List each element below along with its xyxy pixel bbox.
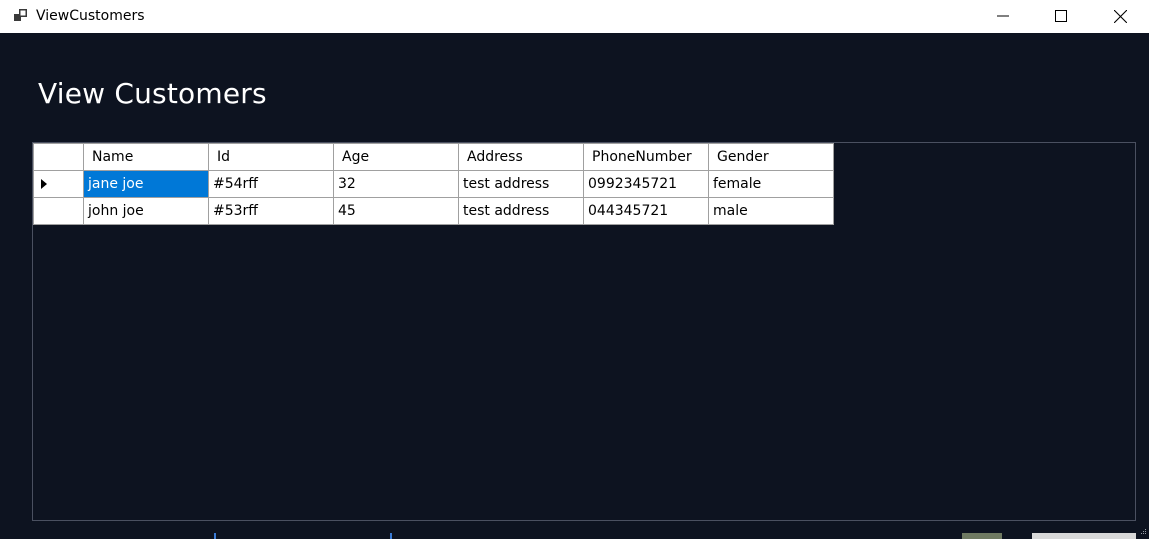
column-header-age[interactable]: Age xyxy=(333,143,459,171)
current-row-arrow-icon xyxy=(41,179,47,189)
customers-data-grid[interactable]: Name Id Age Address PhoneNumber Gender j… xyxy=(32,142,1136,521)
table-row[interactable]: jane joe #54rff 32 test address 09923457… xyxy=(33,170,834,198)
cell-phonenumber[interactable]: 044345721 xyxy=(583,197,709,225)
maximize-icon xyxy=(1055,10,1067,22)
close-icon xyxy=(1113,9,1127,23)
grid-corner-header[interactable] xyxy=(33,143,84,171)
row-header[interactable] xyxy=(33,170,84,198)
cell-gender[interactable]: female xyxy=(708,170,834,198)
cell-phonenumber[interactable]: 0992345721 xyxy=(583,170,709,198)
window-title: ViewCustomers xyxy=(36,8,145,24)
cell-name[interactable]: jane joe xyxy=(83,170,209,198)
taskbar-thumbnail xyxy=(1032,533,1136,539)
cell-address[interactable]: test address xyxy=(458,197,584,225)
page-title: View Customers xyxy=(38,77,267,110)
column-header-gender[interactable]: Gender xyxy=(708,143,834,171)
taskbar-indicator xyxy=(214,533,216,539)
customers-table: Name Id Age Address PhoneNumber Gender j… xyxy=(33,143,834,225)
cell-id[interactable]: #54rff xyxy=(208,170,334,198)
taskbar-thumbnail xyxy=(962,533,1002,539)
row-header[interactable] xyxy=(33,197,84,225)
cell-age[interactable]: 45 xyxy=(333,197,459,225)
taskbar-indicator xyxy=(390,533,392,539)
header-row: Name Id Age Address PhoneNumber Gender xyxy=(33,143,834,171)
maximize-button[interactable] xyxy=(1038,0,1084,32)
title-bar[interactable]: ViewCustomers xyxy=(0,0,1149,33)
cell-id[interactable]: #53rff xyxy=(208,197,334,225)
minimize-button[interactable] xyxy=(980,0,1026,32)
view-customers-window: ViewCustomers View Customers Name Id Age… xyxy=(0,0,1149,539)
column-header-name[interactable]: Name xyxy=(83,143,209,171)
app-window-icon xyxy=(14,9,27,21)
cell-name[interactable]: john joe xyxy=(83,197,209,225)
column-header-address[interactable]: Address xyxy=(458,143,584,171)
cell-gender[interactable]: male xyxy=(708,197,834,225)
table-row[interactable]: john joe #53rff 45 test address 04434572… xyxy=(33,197,834,225)
column-header-phonenumber[interactable]: PhoneNumber xyxy=(583,143,709,171)
minimize-icon xyxy=(997,15,1009,17)
cell-address[interactable]: test address xyxy=(458,170,584,198)
cell-age[interactable]: 32 xyxy=(333,170,459,198)
resize-grip-icon[interactable] xyxy=(1139,527,1147,535)
close-button[interactable] xyxy=(1097,0,1143,32)
column-header-id[interactable]: Id xyxy=(208,143,334,171)
